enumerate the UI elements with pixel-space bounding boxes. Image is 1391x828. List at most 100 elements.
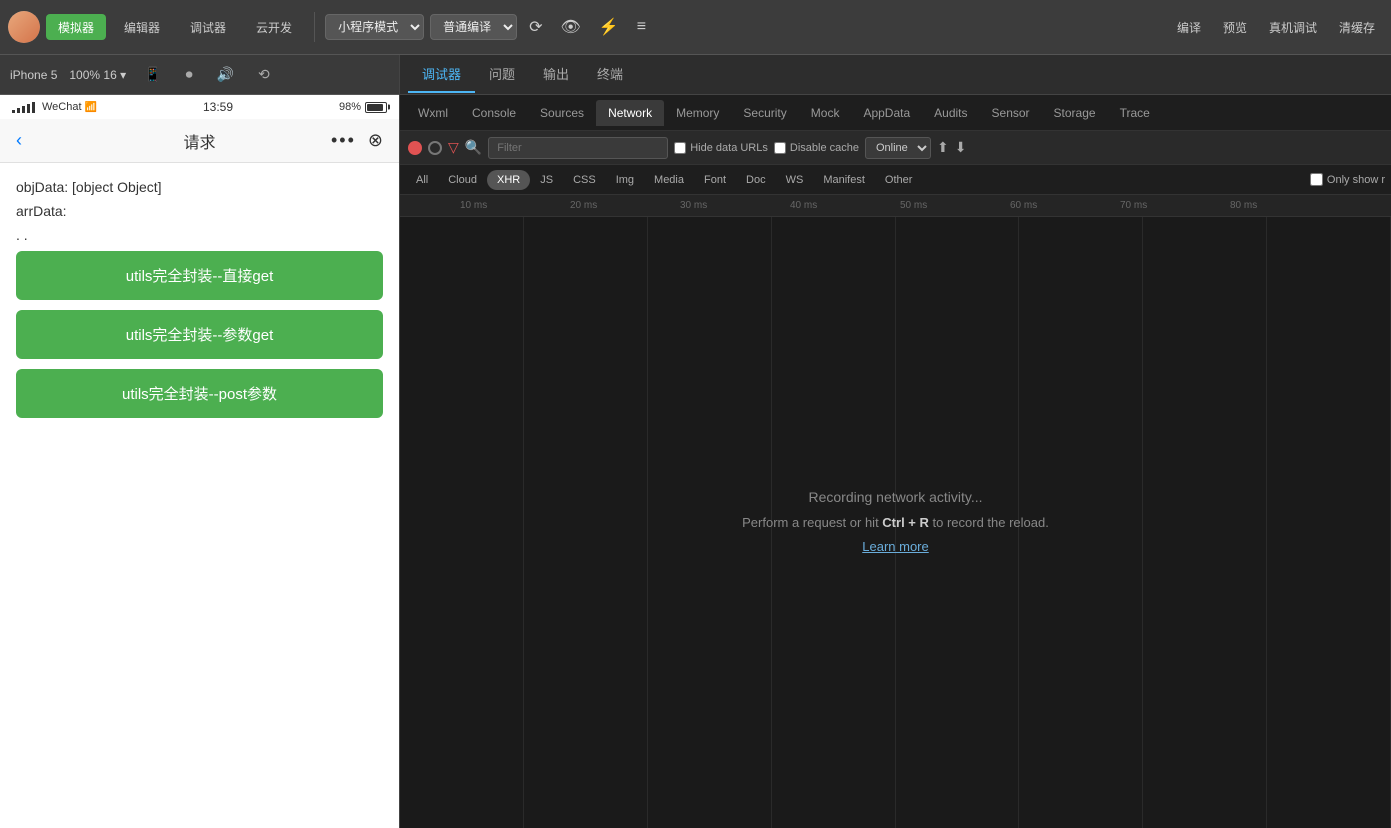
timeline-col-2: [524, 217, 648, 828]
subtab-trace[interactable]: Trace: [1108, 100, 1162, 126]
type-tab-manifest[interactable]: Manifest: [813, 170, 875, 190]
phone-icon[interactable]: 📱: [138, 62, 167, 87]
avatar-image: [8, 11, 40, 43]
cloud-btn[interactable]: 云开发: [244, 14, 304, 40]
compile-label[interactable]: 编译: [1169, 15, 1209, 40]
zoom-level: 100% 16 ▾: [69, 68, 126, 82]
btn-param-get[interactable]: utils完全封装--参数get: [16, 310, 383, 359]
download-icon[interactable]: ⬇: [955, 139, 967, 156]
refresh-icon[interactable]: ⟳: [523, 13, 548, 41]
hide-data-urls-label[interactable]: Hide data URLs: [674, 142, 768, 154]
separator-1: [314, 12, 315, 42]
phone-nav-bar: ‹ 请求 ••• ⊗: [0, 119, 399, 163]
more-icon[interactable]: •••: [331, 130, 356, 151]
filter-input[interactable]: [488, 137, 668, 159]
ruler-30ms: 30 ms: [680, 200, 707, 211]
phone-panel: iPhone 5 100% 16 ▾ 📱 ⏺ 🔊 ⟲: [0, 55, 400, 828]
phone-back-btn[interactable]: ‹: [16, 130, 22, 151]
disable-cache-checkbox[interactable]: [774, 142, 786, 154]
type-tab-font[interactable]: Font: [694, 170, 736, 190]
type-tab-img[interactable]: Img: [606, 170, 644, 190]
hide-data-urls-checkbox[interactable]: [674, 142, 686, 154]
timeline-col-7: [1143, 217, 1267, 828]
empty-desc-after: to record the reload.: [929, 515, 1049, 530]
layers-icon[interactable]: ≡: [631, 14, 652, 40]
only-show-area: Only show r: [1310, 173, 1385, 186]
empty-desc-before: Perform a request or hit: [742, 515, 882, 530]
device-debug-label[interactable]: 真机调试: [1261, 15, 1325, 40]
phone-nav-icons: ••• ⊗: [331, 130, 383, 151]
mode-select[interactable]: 小程序模式: [325, 14, 424, 40]
upload-icon[interactable]: ⬆: [937, 139, 949, 156]
signal-bar-5: [32, 102, 35, 113]
type-tab-all[interactable]: All: [406, 170, 438, 190]
ruler-40ms: 40 ms: [790, 200, 817, 211]
tab-terminal[interactable]: 终端: [583, 56, 637, 93]
record-btn[interactable]: [408, 141, 422, 155]
translate-select[interactable]: 普通编译: [430, 14, 517, 40]
type-tab-css[interactable]: CSS: [563, 170, 606, 190]
phone-content: objData: [object Object] arrData: . . ut…: [0, 163, 399, 828]
btn-direct-get[interactable]: utils完全封装--直接get: [16, 251, 383, 300]
throttle-select[interactable]: Online: [865, 137, 931, 159]
subtab-sensor[interactable]: Sensor: [980, 100, 1042, 126]
subtab-sources[interactable]: Sources: [528, 100, 596, 126]
record-icon[interactable]: ⏺: [180, 62, 199, 87]
signal-bar-4: [27, 104, 30, 113]
clear-cache-label[interactable]: 清缓存: [1331, 15, 1383, 40]
tab-output[interactable]: 输出: [529, 56, 583, 93]
search-icon[interactable]: 🔍: [465, 139, 482, 156]
subtab-storage[interactable]: Storage: [1042, 100, 1108, 126]
phone-nav-title: 请求: [183, 129, 215, 153]
type-tab-xhr[interactable]: XHR: [487, 170, 530, 190]
close-icon[interactable]: ⊗: [368, 130, 383, 151]
debug-icon[interactable]: ⚡: [593, 13, 625, 41]
simulator-btn[interactable]: 模拟器: [46, 14, 106, 40]
speaker-icon[interactable]: 🔊: [211, 62, 240, 87]
ctrl-r-text: Ctrl + R: [882, 515, 929, 530]
arr-data-label: arrData:: [16, 203, 383, 219]
tab-debugger[interactable]: 调试器: [408, 56, 475, 93]
battery-area: 98%: [339, 101, 387, 113]
subtab-console[interactable]: Console: [460, 100, 528, 126]
tab-issues[interactable]: 问题: [475, 56, 529, 93]
type-tab-other[interactable]: Other: [875, 170, 923, 190]
preview-label[interactable]: 预览: [1215, 15, 1255, 40]
eye-icon[interactable]: 👁: [554, 13, 586, 41]
subtab-appdata[interactable]: AppData: [851, 100, 922, 126]
status-time: 13:59: [203, 100, 233, 114]
timeline-col-8: [1267, 217, 1391, 828]
ruler-70ms: 70 ms: [1120, 200, 1147, 211]
ruler-10ms: 10 ms: [460, 200, 487, 211]
stop-btn[interactable]: [428, 141, 442, 155]
subtab-wxml[interactable]: Wxml: [406, 100, 460, 126]
type-tab-cloud[interactable]: Cloud: [438, 170, 487, 190]
subtab-network[interactable]: Network: [596, 100, 664, 126]
arr-dots: . .: [16, 227, 383, 243]
top-toolbar: 模拟器 编辑器 调试器 云开发 小程序模式 普通编译 ⟳ 👁 ⚡ ≡ 编译 预览…: [0, 0, 1391, 55]
signal-bar-3: [22, 106, 25, 113]
device-name: iPhone 5: [10, 68, 57, 82]
type-tab-doc[interactable]: Doc: [736, 170, 776, 190]
type-tab-ws[interactable]: WS: [776, 170, 814, 190]
subtab-security[interactable]: Security: [731, 100, 798, 126]
subtab-memory[interactable]: Memory: [664, 100, 731, 126]
editor-btn[interactable]: 编辑器: [112, 14, 172, 40]
only-show-label: Only show r: [1327, 174, 1385, 186]
filter-icon[interactable]: ▽: [448, 139, 459, 156]
only-show-checkbox[interactable]: [1310, 173, 1323, 186]
debug-btn[interactable]: 调试器: [178, 14, 238, 40]
signal-bars: [12, 102, 35, 113]
type-tab-js[interactable]: JS: [530, 170, 563, 190]
network-empty-state: Recording network activity... Perform a …: [742, 489, 1049, 556]
btn-post-param[interactable]: utils完全封装--post参数: [16, 369, 383, 418]
learn-more-link[interactable]: Learn more: [862, 539, 928, 554]
main-area: iPhone 5 100% 16 ▾ 📱 ⏺ 🔊 ⟲: [0, 55, 1391, 828]
subtab-mock[interactable]: Mock: [799, 100, 852, 126]
subtab-audits[interactable]: Audits: [922, 100, 979, 126]
type-tab-media[interactable]: Media: [644, 170, 694, 190]
devtools-panel: 调试器 问题 输出 终端 Wxml Console Sources Networ…: [400, 55, 1391, 828]
signal-bar-2: [17, 108, 20, 113]
disable-cache-label[interactable]: Disable cache: [774, 142, 859, 154]
rotate-icon[interactable]: ⟲: [252, 62, 276, 87]
